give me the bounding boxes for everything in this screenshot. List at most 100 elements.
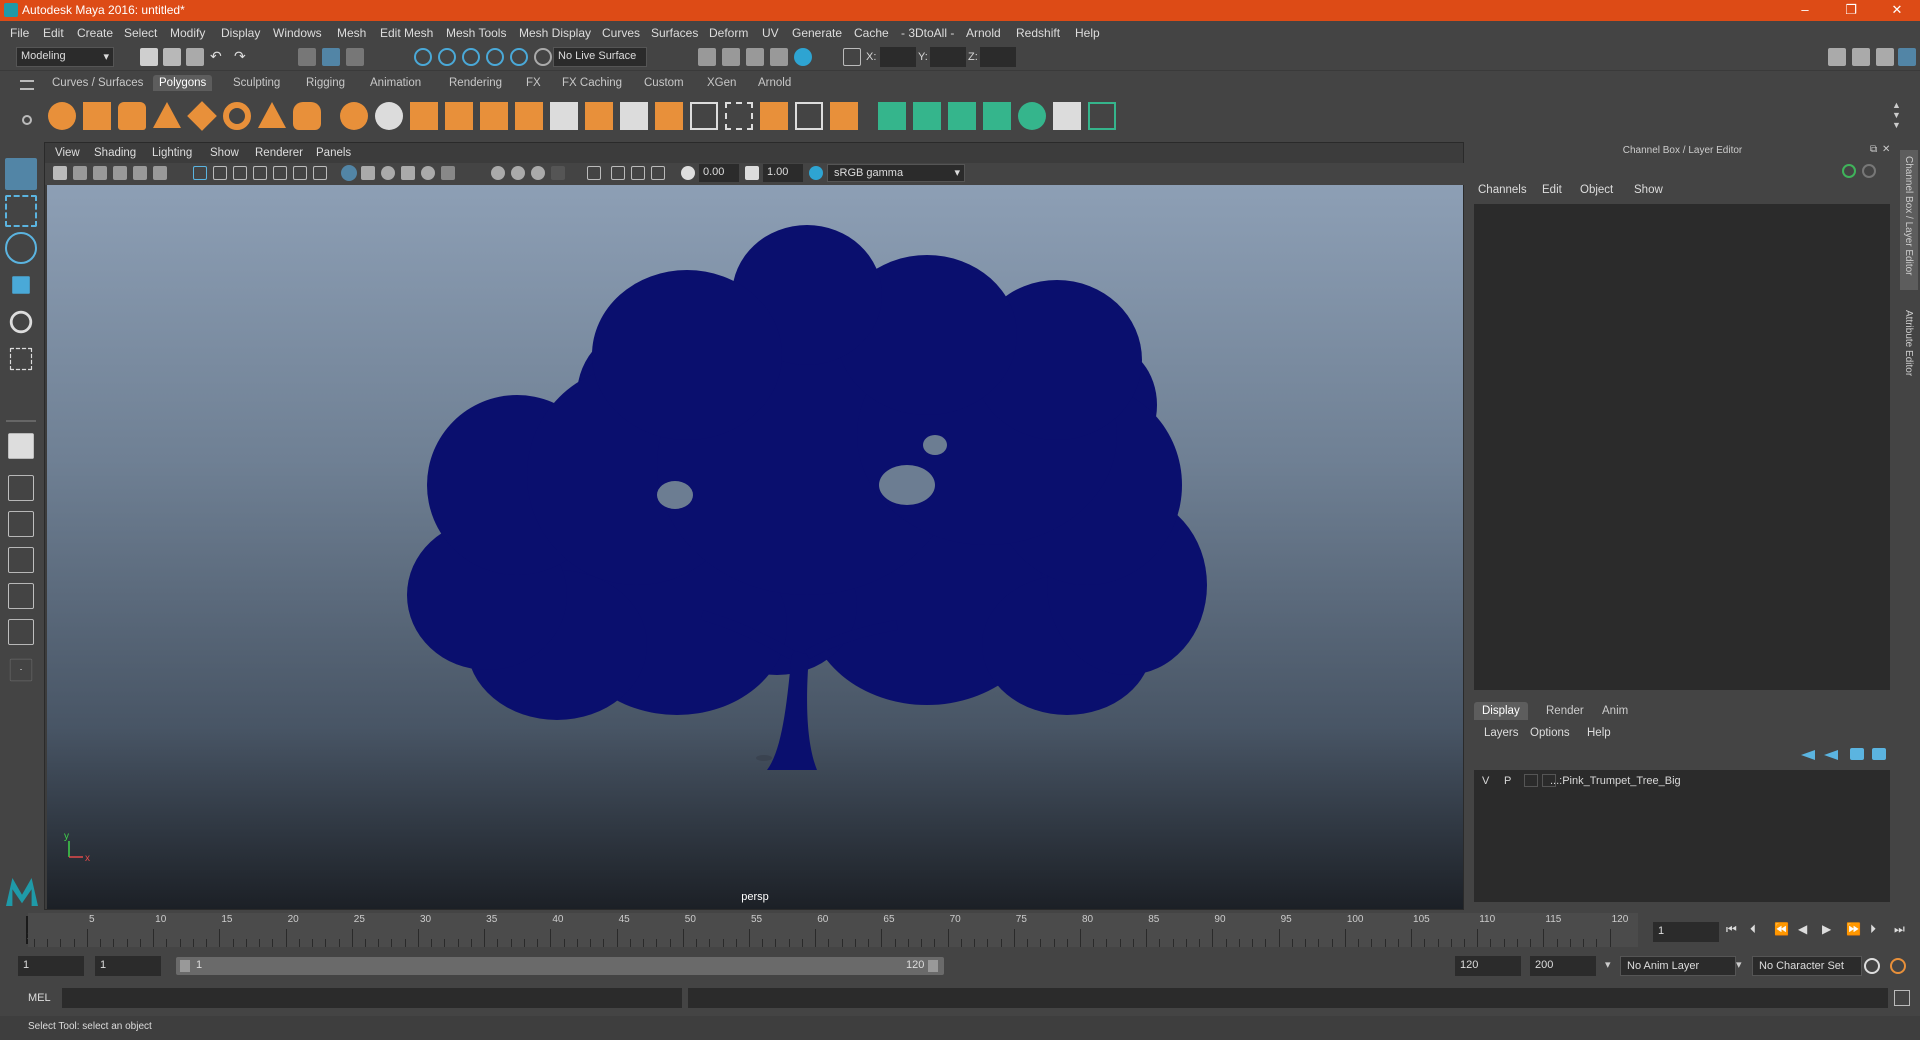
menu-mesh[interactable]: Mesh bbox=[337, 26, 366, 40]
layer-tab-render[interactable]: Render bbox=[1538, 702, 1592, 720]
isolate-select-icon[interactable] bbox=[587, 166, 601, 180]
merge-icon[interactable] bbox=[795, 102, 823, 130]
select-component-icon[interactable] bbox=[346, 48, 364, 66]
layer-menu-options[interactable]: Options bbox=[1530, 727, 1570, 739]
channel-box-toggle-icon[interactable] bbox=[1898, 48, 1916, 66]
layer-row[interactable]: V P ...:Pink_Trumpet_Tree_Big bbox=[1474, 772, 1890, 790]
tab-animation[interactable]: Animation bbox=[364, 75, 427, 91]
single-view-layout-icon[interactable] bbox=[8, 433, 34, 459]
2d-pan-zoom-icon[interactable] bbox=[133, 166, 147, 180]
select-object-icon[interactable] bbox=[322, 48, 340, 66]
poly-pipe-icon[interactable] bbox=[293, 102, 321, 130]
layer-display-type-toggle[interactable] bbox=[1524, 774, 1538, 787]
uv-editor-icon[interactable] bbox=[1053, 102, 1081, 130]
shelf-scroll-icon[interactable]: ▲ ▼ ▼ bbox=[1892, 100, 1901, 130]
render-current-icon[interactable] bbox=[722, 48, 740, 66]
grease-pencil-icon[interactable] bbox=[153, 166, 167, 180]
animation-preferences-icon[interactable] bbox=[1890, 958, 1906, 974]
cb-menu-object[interactable]: Object bbox=[1580, 184, 1613, 196]
tool-settings-toggle-icon[interactable] bbox=[1876, 48, 1894, 66]
cb-menu-edit[interactable]: Edit bbox=[1542, 184, 1562, 196]
tab-sculpting[interactable]: Sculpting bbox=[227, 75, 286, 91]
layer-playback-toggle[interactable]: P bbox=[1504, 775, 1511, 787]
x-field[interactable] bbox=[880, 47, 916, 67]
wireframe-icon[interactable] bbox=[341, 165, 357, 181]
menu-create[interactable]: Create bbox=[77, 26, 113, 40]
safe-action-icon[interactable] bbox=[293, 166, 307, 180]
camera-icon[interactable] bbox=[53, 166, 67, 180]
new-scene-icon[interactable] bbox=[140, 48, 158, 66]
transform-mode-icon[interactable] bbox=[843, 48, 861, 66]
menu-select[interactable]: Select bbox=[124, 26, 157, 40]
bevel-icon[interactable] bbox=[655, 102, 683, 130]
snap-curve-icon[interactable] bbox=[438, 48, 456, 66]
playback-start-field[interactable]: 1 bbox=[95, 956, 161, 976]
menu-curves[interactable]: Curves bbox=[602, 26, 640, 40]
exposure-icon[interactable] bbox=[681, 166, 695, 180]
side-tab-attribute-editor[interactable]: Attribute Editor bbox=[1903, 310, 1914, 376]
menu-file[interactable]: File bbox=[10, 26, 29, 40]
layer-menu-layers[interactable]: Layers bbox=[1484, 727, 1519, 739]
menu-edit[interactable]: Edit bbox=[43, 26, 64, 40]
scale-tool-icon[interactable] bbox=[9, 347, 33, 371]
colorspace-dropdown[interactable]: sRGB gamma ▾ bbox=[827, 164, 965, 182]
anti-aliasing-icon[interactable] bbox=[531, 166, 545, 180]
move-tool-icon[interactable] bbox=[12, 276, 30, 294]
tab-polygons[interactable]: Polygons bbox=[153, 75, 213, 91]
side-tab-channel-box[interactable]: Channel Box / Layer Editor bbox=[1903, 156, 1914, 276]
z-field[interactable] bbox=[980, 47, 1016, 67]
uv-cylindrical-icon[interactable] bbox=[913, 102, 941, 130]
subdivide-icon[interactable] bbox=[515, 102, 543, 130]
uv-layout-icon[interactable] bbox=[1088, 102, 1116, 130]
menu-generate[interactable]: Generate bbox=[792, 26, 842, 40]
graph-persp-layout-icon[interactable] bbox=[8, 583, 34, 609]
perspective-viewport[interactable]: y x persp bbox=[47, 185, 1463, 909]
gate-mask-icon[interactable] bbox=[253, 166, 267, 180]
layer-name[interactable]: ...:Pink_Trumpet_Tree_Big bbox=[1550, 775, 1681, 787]
shelf-menu-icon[interactable] bbox=[20, 80, 34, 90]
step-forward-frame-icon[interactable]: ⏩ bbox=[1846, 922, 1861, 936]
menu-mesh-display[interactable]: Mesh Display bbox=[519, 26, 591, 40]
use-all-lights-icon[interactable] bbox=[421, 166, 435, 180]
grid-icon[interactable] bbox=[193, 166, 207, 180]
live-surface-field[interactable]: No Live Surface bbox=[553, 47, 647, 67]
shelf-settings-icon[interactable] bbox=[22, 115, 32, 125]
menu-arnold[interactable]: Arnold bbox=[966, 26, 1001, 40]
cb-menu-channels[interactable]: Channels bbox=[1478, 184, 1527, 196]
snap-grid-icon[interactable] bbox=[414, 48, 432, 66]
shadows-icon[interactable] bbox=[441, 166, 455, 180]
append-polygon-icon[interactable] bbox=[725, 102, 753, 130]
uv-planar-icon[interactable] bbox=[878, 102, 906, 130]
tab-fx-caching[interactable]: FX Caching bbox=[556, 75, 628, 91]
expand-layouts-icon[interactable]: - bbox=[9, 658, 33, 682]
snap-view-plane-icon[interactable] bbox=[486, 48, 504, 66]
tab-xgen[interactable]: XGen bbox=[701, 75, 742, 91]
bookmark-icon[interactable] bbox=[93, 166, 107, 180]
uv-unfold-icon[interactable] bbox=[1018, 102, 1046, 130]
extract-icon[interactable] bbox=[410, 102, 438, 130]
color-management-icon[interactable] bbox=[809, 166, 823, 180]
tab-custom[interactable]: Custom bbox=[638, 75, 690, 91]
ipr-render-icon[interactable] bbox=[746, 48, 764, 66]
close-button[interactable]: ✕ bbox=[1874, 0, 1920, 21]
layer-tab-anim[interactable]: Anim bbox=[1594, 702, 1636, 720]
vp-menu-view[interactable]: View bbox=[55, 147, 80, 159]
poly-cylinder-icon[interactable] bbox=[118, 102, 146, 130]
hypershade-icon[interactable] bbox=[794, 48, 812, 66]
poly-cone-icon[interactable] bbox=[153, 102, 181, 128]
tab-rigging[interactable]: Rigging bbox=[300, 75, 351, 91]
menu-cache[interactable]: Cache bbox=[854, 26, 889, 40]
combine-icon[interactable] bbox=[340, 102, 368, 130]
save-scene-icon[interactable] bbox=[186, 48, 204, 66]
tab-arnold[interactable]: Arnold bbox=[752, 75, 797, 91]
tab-rendering[interactable]: Rendering bbox=[443, 75, 508, 91]
play-backward-icon[interactable]: ◀ bbox=[1798, 922, 1807, 936]
y-field[interactable] bbox=[930, 47, 966, 67]
layer-tab-display[interactable]: Display bbox=[1474, 702, 1528, 720]
paint-select-tool-icon[interactable] bbox=[5, 232, 37, 264]
select-hierarchy-icon[interactable] bbox=[298, 48, 316, 66]
redo-icon[interactable]: ↷ bbox=[234, 48, 252, 66]
poly-cube-icon[interactable] bbox=[83, 102, 111, 130]
motion-blur-icon[interactable] bbox=[511, 166, 525, 180]
mirror-icon[interactable] bbox=[830, 102, 858, 130]
